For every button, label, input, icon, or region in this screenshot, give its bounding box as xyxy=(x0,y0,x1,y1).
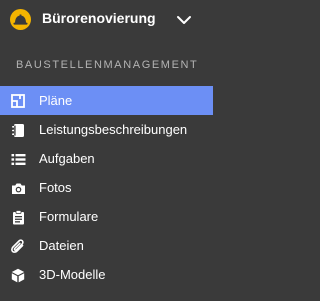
hardhat-icon xyxy=(10,9,31,30)
project-title: Bürorenovierung xyxy=(42,10,156,26)
nav-item-label: Aufgaben xyxy=(39,151,95,166)
nav-item-formulare[interactable]: Formulare xyxy=(0,202,213,231)
nav-item-fotos[interactable]: Fotos xyxy=(0,173,213,202)
nav-item-leistungsbeschreibungen[interactable]: Leistungsbeschreibungen xyxy=(0,115,213,144)
floorplan-icon xyxy=(10,93,26,109)
camera-icon xyxy=(10,180,26,196)
nav-item-aufgaben[interactable]: Aufgaben xyxy=(0,144,213,173)
sidebar: Bürorenovierung BAUSTELLENMANAGEMENT Plä… xyxy=(0,0,213,301)
nav-item-label: 3D-Modelle xyxy=(39,267,106,282)
nav-item-3d-modelle[interactable]: 3D-Modelle xyxy=(0,260,213,289)
clipboard-icon xyxy=(10,209,26,225)
section-heading: BAUSTELLENMANAGEMENT xyxy=(16,59,199,71)
nav-item-label: Leistungsbeschreibungen xyxy=(39,122,188,137)
nav-item-label: Dateien xyxy=(39,238,84,253)
chevron-down-icon[interactable] xyxy=(176,12,192,28)
nav-item-plaene[interactable]: Pläne xyxy=(0,86,213,115)
nav-item-label: Fotos xyxy=(39,180,72,195)
nav-item-label: Pläne xyxy=(39,93,73,108)
project-switcher[interactable]: Bürorenovierung xyxy=(0,0,213,38)
nav-list: Pläne Leistungsbeschreibungen Aufgaben F… xyxy=(0,86,213,289)
paperclip-icon xyxy=(10,238,26,254)
cube-icon xyxy=(10,267,26,283)
nav-item-label: Formulare xyxy=(39,209,99,224)
nav-item-dateien[interactable]: Dateien xyxy=(0,231,213,260)
notebook-icon xyxy=(10,122,26,138)
list-icon xyxy=(10,151,26,167)
